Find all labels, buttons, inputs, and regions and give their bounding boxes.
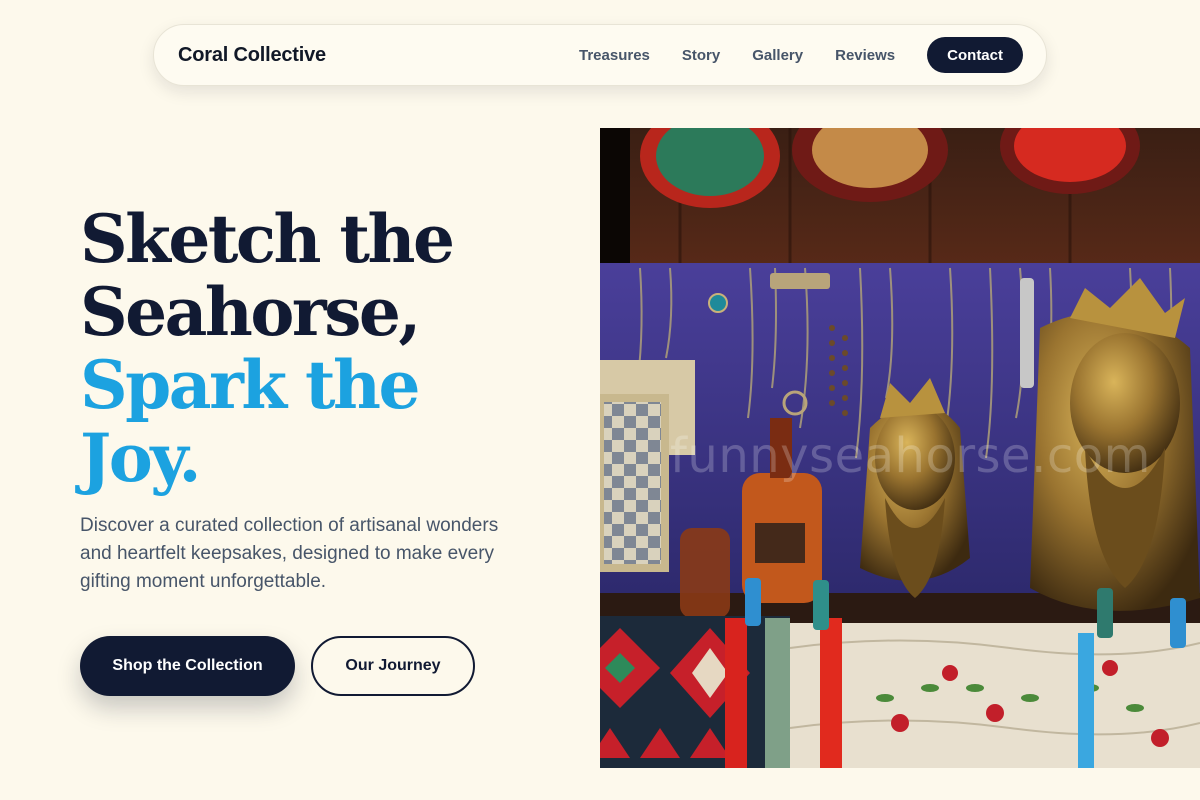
- our-journey-button[interactable]: Our Journey: [311, 636, 475, 696]
- headline-line-2: Seahorse,: [80, 273, 421, 351]
- brand-logo[interactable]: Coral Collective: [178, 44, 326, 67]
- image-watermark: funnyseahorse.com: [670, 428, 1151, 484]
- top-navbar: Coral Collective Treasures Story Gallery…: [153, 24, 1047, 86]
- headline-line-3: Spark the: [80, 346, 421, 424]
- nav-link-treasures[interactable]: Treasures: [579, 47, 650, 64]
- headline-line-1: Sketch the: [80, 200, 455, 278]
- contact-button[interactable]: Contact: [927, 37, 1023, 73]
- hero-description: Discover a curated collection of artisan…: [80, 515, 499, 592]
- nav-links: Treasures Story Gallery Reviews Contact: [579, 37, 1023, 73]
- shop-collection-button[interactable]: Shop the Collection: [80, 636, 295, 696]
- nav-link-story[interactable]: Story: [682, 47, 720, 64]
- hero-image: funnyseahorse.com: [600, 128, 1200, 768]
- headline-line-4: Joy.: [80, 419, 202, 497]
- nav-link-reviews[interactable]: Reviews: [835, 47, 895, 64]
- hero-headline: Sketch the Seahorse, Spark the Joy.: [80, 203, 550, 495]
- nav-link-gallery[interactable]: Gallery: [752, 47, 803, 64]
